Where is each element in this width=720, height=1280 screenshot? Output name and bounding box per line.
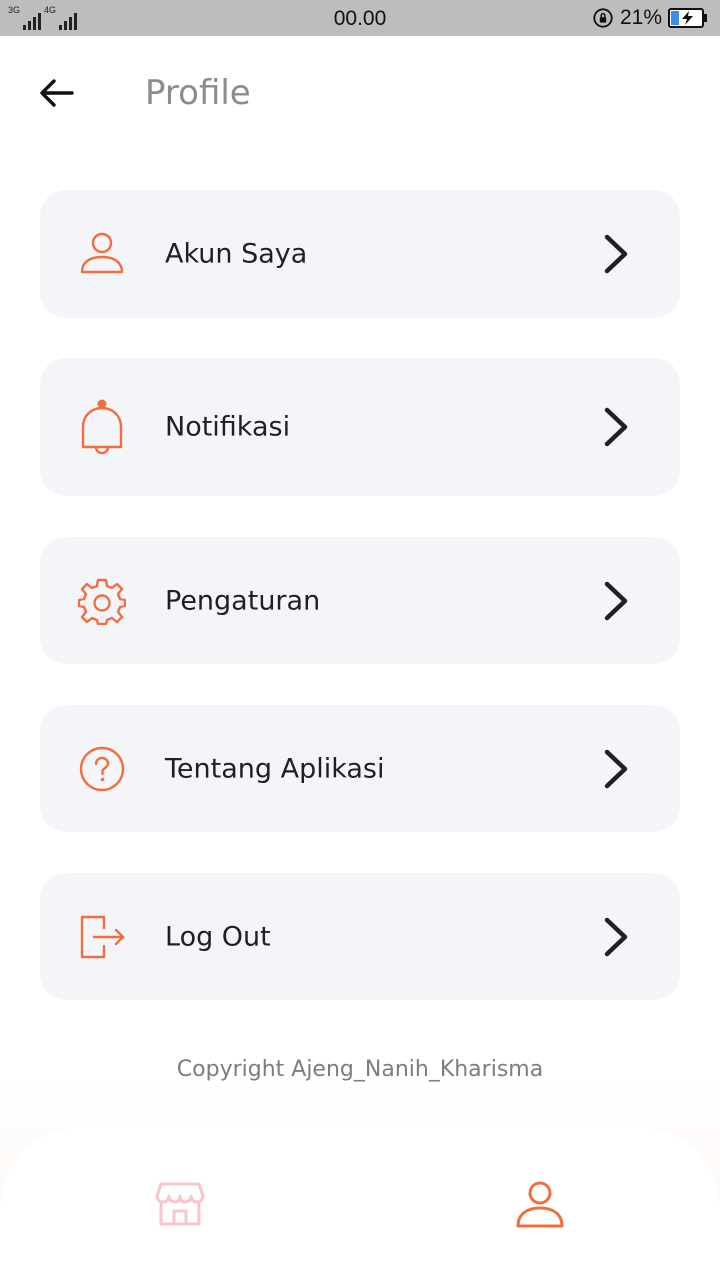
bell-icon [81,399,123,455]
menu-item-pengaturan[interactable]: Pengaturan [40,537,680,664]
chevron-right-icon [604,234,628,274]
user-icon [516,1181,564,1228]
user-icon [80,232,124,274]
menu-item-label: Log Out [165,921,271,952]
help-circle-icon [79,746,125,791]
gear-icon [78,578,126,625]
menu-item-label: Notifikasi [165,411,291,443]
store-icon [155,1182,205,1226]
chevron-right-icon [604,749,628,788]
menu-item-akun-saya[interactable]: Akun Saya [40,190,680,318]
status-right: 21% [592,5,708,31]
menu-item-tentang-aplikasi[interactable]: Tentang Aplikasi [40,705,680,832]
nav-store-button[interactable] [152,1176,208,1232]
menu-item-label: Pengaturan [165,585,321,616]
nav-profile-button[interactable] [512,1176,568,1232]
logout-icon [80,915,125,958]
status-bar: 3G 4G 00.00 21% [0,0,720,36]
copyright-text: Copyright Ajeng_Nanih_Kharisma [176,1057,544,1082]
rotation-lock-icon [593,8,613,28]
menu-item-label: Akun Saya [165,238,308,270]
menu-item-label: Tentang Aplikasi [165,753,385,784]
chevron-right-icon [604,407,628,447]
arrow-left-icon [40,79,74,107]
chevron-right-icon [604,581,628,620]
battery-charging-icon [668,8,707,28]
bottom-nav [0,1128,720,1280]
battery-percentage: 21% [619,6,662,29]
chevron-right-icon [604,917,628,956]
menu-item-notifikasi[interactable]: Notifikasi [40,358,680,496]
page-title: Profile [145,73,251,113]
menu-item-log-out[interactable]: Log Out [40,873,680,1000]
back-button[interactable] [32,70,80,116]
